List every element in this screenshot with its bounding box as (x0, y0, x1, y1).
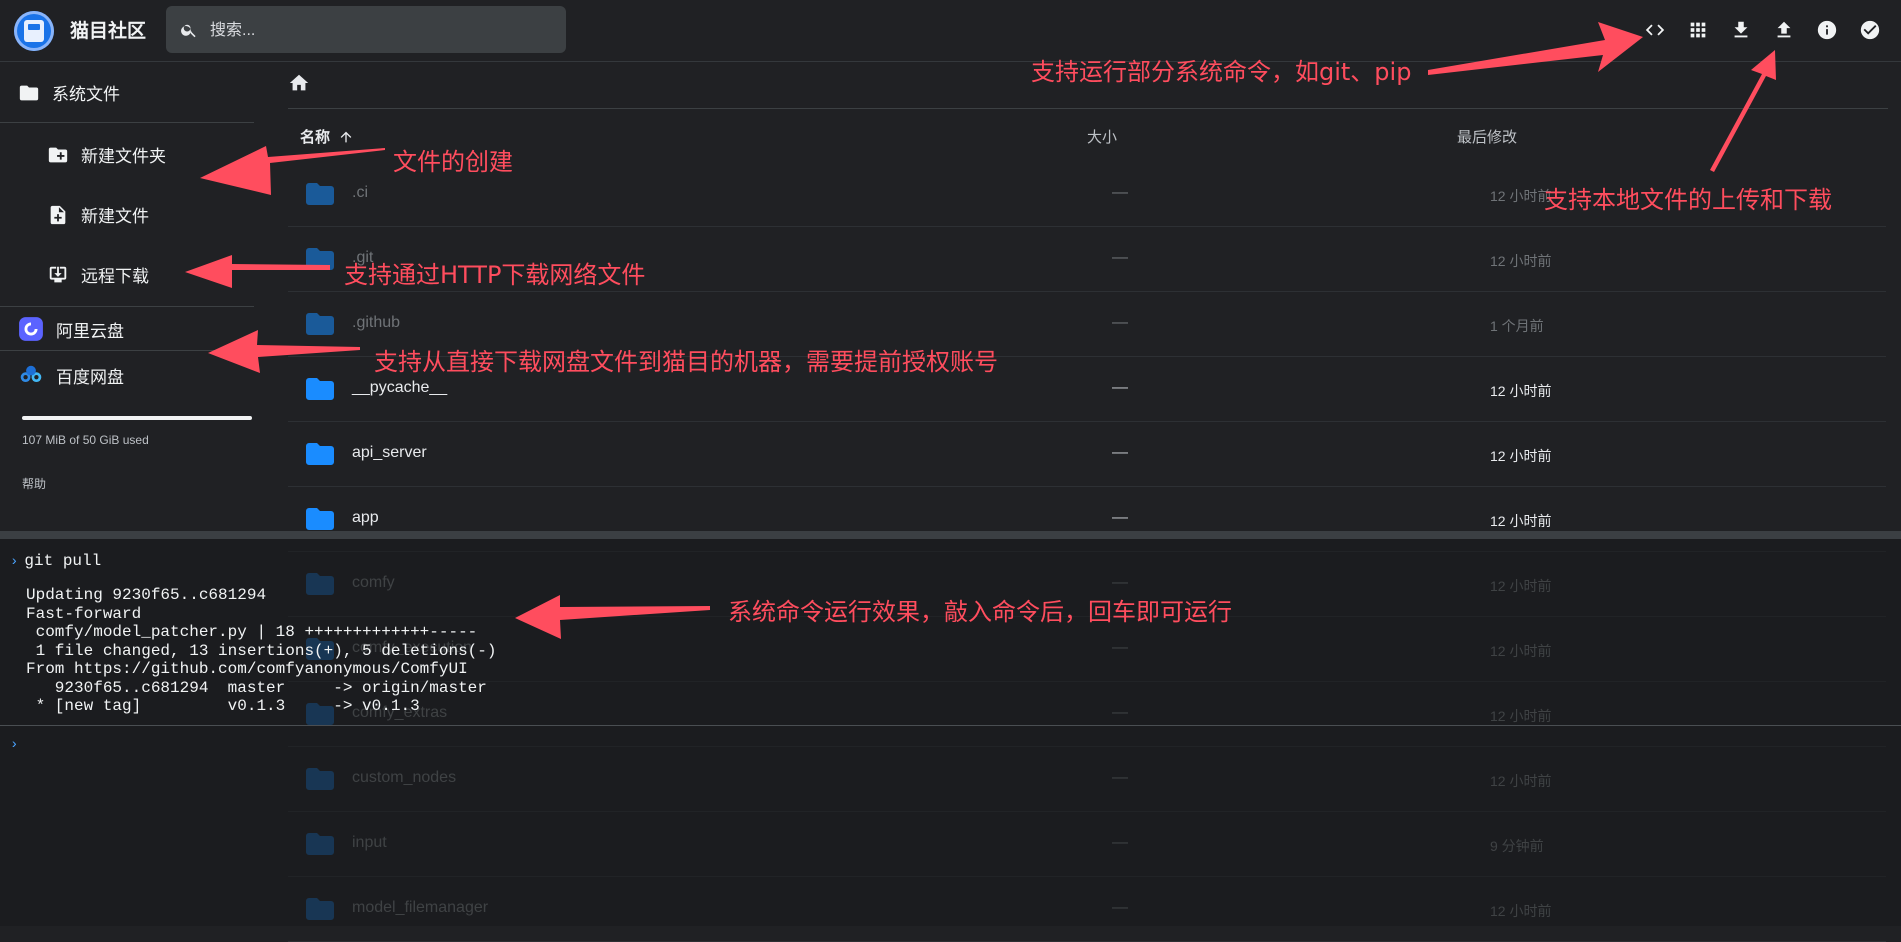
create-folder-icon (48, 147, 68, 162)
prompt-chevron-icon: › (10, 737, 19, 753)
upload-button[interactable] (1769, 14, 1799, 46)
search-input[interactable] (208, 6, 552, 55)
divider (0, 306, 254, 307)
breadcrumb-home[interactable] (288, 72, 310, 99)
baidu-netdisk-icon (20, 365, 42, 383)
folder-icon (306, 183, 334, 205)
annotation-upload-download: 支持本地文件的上传和下载 (1544, 186, 1832, 214)
sidebar: 系统文件 新建文件夹 新建文件 远程下载 阿里云盘 百度网盘 107 MiB o… (0, 62, 270, 532)
folder-icon (306, 443, 334, 465)
annotation-create: 文件的创建 (393, 148, 513, 176)
sidebar-item-label: 新建文件夹 (81, 147, 166, 166)
create-file-icon (50, 205, 66, 224)
code-icon (1645, 24, 1665, 36)
file-name: app (352, 509, 379, 526)
select-button[interactable] (1855, 14, 1885, 46)
info-button[interactable] (1812, 14, 1842, 46)
folder-icon (306, 508, 334, 530)
sidebar-item-new-file[interactable]: 新建文件 (47, 202, 149, 227)
check-circle-icon (1860, 20, 1880, 40)
file-name: .github (352, 314, 401, 331)
file-size: — (1112, 379, 1128, 396)
file-modified: 12 小时前 (1490, 513, 1552, 529)
toolbar (1640, 14, 1885, 46)
sort-ascending-icon (340, 131, 352, 142)
folder-icon (306, 378, 334, 400)
file-modified: 12 小时前 (1490, 383, 1552, 399)
sidebar-item-label: 新建文件 (81, 207, 149, 226)
column-header-name[interactable]: 名称 (300, 126, 354, 147)
sidebar-item-system-files[interactable]: 系统文件 (18, 80, 120, 105)
folder-icon (19, 85, 39, 100)
file-modified: 1 个月前 (1490, 318, 1544, 334)
annotation-http: 支持通过HTTP下载网络文件 (344, 261, 646, 289)
aliyun-drive-icon (19, 317, 43, 341)
file-name: api_server (352, 444, 427, 461)
folder-icon (306, 248, 334, 270)
file-modified: 12 小时前 (1490, 188, 1552, 204)
table-row[interactable]: api_server — 12 小时前 (288, 422, 1886, 487)
app-brand: 猫目社区 (70, 21, 147, 42)
sidebar-item-label: 阿里云盘 (56, 321, 124, 341)
file-size: — (1112, 444, 1128, 461)
info-icon (1817, 20, 1837, 40)
annotation-arrow (1710, 50, 1776, 172)
annotation-netdisk: 支持从直接下载网盘文件到猫目的机器，需要提前授权账号 (374, 348, 998, 376)
file-name: .ci (352, 184, 368, 201)
terminal-panel: › git pull Updating 9230f65..c681294 Fast… (0, 531, 1901, 926)
file-size: — (1112, 314, 1128, 331)
terminal-command: git pull (24, 552, 102, 570)
app-logo[interactable] (14, 11, 54, 51)
storage-usage-text: 107 MiB of 50 GiB used (22, 433, 149, 447)
help-link[interactable]: 帮助 (22, 475, 46, 492)
sidebar-item-label: 百度网盘 (56, 367, 124, 387)
download-icon (1734, 21, 1748, 38)
terminal-input[interactable]: › (10, 735, 24, 753)
sidebar-item-baidu[interactable]: 百度网盘 (18, 362, 124, 388)
terminal-button[interactable] (1640, 14, 1670, 46)
file-size: — (1112, 249, 1128, 266)
divider (288, 108, 1888, 109)
sidebar-item-label: 远程下载 (81, 267, 149, 286)
search-icon (181, 24, 196, 38)
remote-download-icon (49, 266, 67, 282)
file-modified: 12 小时前 (1490, 448, 1552, 464)
column-header-size[interactable]: 大小 (1087, 126, 1117, 147)
search-box[interactable] (166, 6, 566, 55)
download-button[interactable] (1726, 14, 1756, 46)
file-size: — (1112, 509, 1128, 526)
terminal-output-text: Updating 9230f65..c681294 Fast-forward c… (26, 586, 497, 715)
sidebar-item-remote-download[interactable]: 远程下载 (47, 262, 149, 287)
divider (0, 122, 254, 123)
top-bar: 猫目社区 (0, 0, 1901, 62)
folder-icon (306, 313, 334, 335)
divider (0, 350, 254, 351)
column-header-modified[interactable]: 最后修改 (1457, 126, 1517, 147)
annotation-commands: 支持运行部分系统命令，如git、pip (1031, 58, 1412, 86)
storage-usage-bar (22, 416, 252, 420)
sidebar-item-aliyun[interactable]: 阿里云盘 (18, 316, 124, 342)
terminal-output: › git pull Updating 9230f65..c681294 Fast… (0, 539, 1901, 726)
annotation-terminal: 系统命令运行效果，敲入命令后，回车即可运行 (728, 598, 1232, 626)
prompt-chevron-icon: › (10, 554, 19, 570)
home-icon (289, 74, 309, 91)
upload-icon (1777, 21, 1791, 38)
column-header-label: 名称 (300, 129, 331, 146)
grid-view-button[interactable] (1683, 14, 1713, 46)
sidebar-item-new-folder[interactable]: 新建文件夹 (47, 142, 166, 167)
file-size: — (1112, 184, 1128, 201)
file-modified: 12 小时前 (1490, 253, 1552, 269)
terminal-command-line: › git pull (10, 552, 101, 570)
grid-view-icon (1690, 22, 1706, 38)
file-name: __pycache__ (352, 379, 448, 396)
sidebar-item-label: 系统文件 (52, 85, 120, 104)
